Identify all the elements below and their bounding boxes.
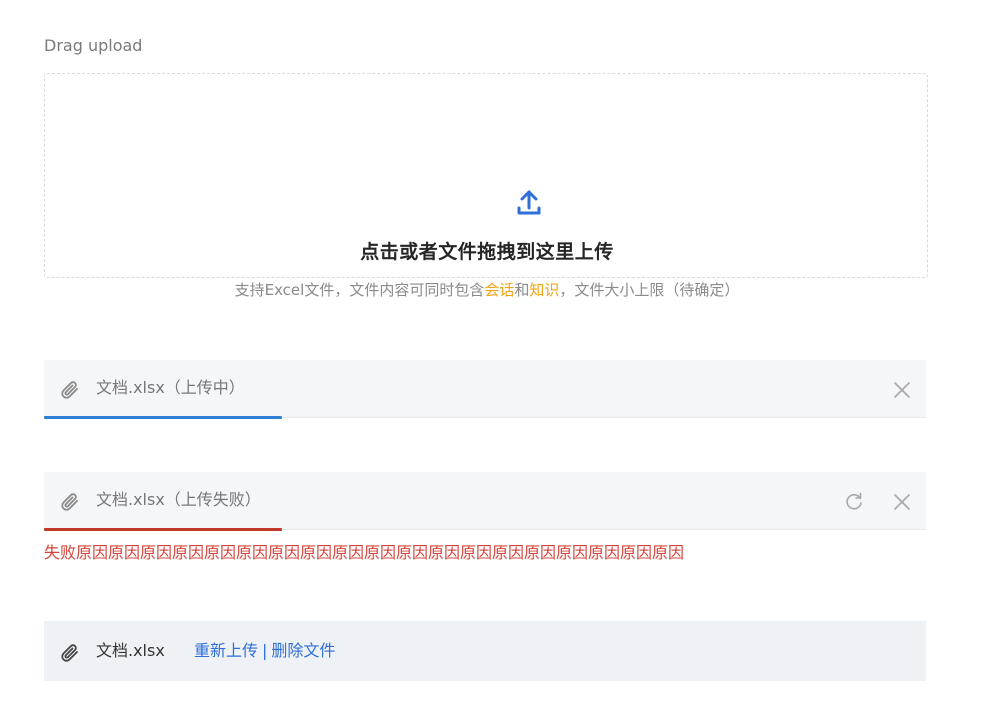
file-item-uploading: 文档.xlsx（上传中）	[44, 360, 926, 419]
hint-text-limit: ，文件大小上限（待确定）	[559, 281, 740, 299]
hint-highlight-knowledge: 知识	[529, 281, 560, 299]
paperclip-icon	[58, 490, 82, 518]
file-actions: 重新上传 | 删除文件	[194, 641, 335, 661]
delete-file-link[interactable]: 删除文件	[271, 641, 335, 660]
hint-highlight-session: 会话	[484, 281, 515, 299]
paperclip-icon	[58, 378, 82, 406]
file-name: 文档.xlsx	[96, 641, 165, 660]
upload-page: Drag upload 点击或者文件拖拽到这里上传 支持Excel文件，文件内容…	[0, 0, 985, 720]
upload-icon	[516, 189, 542, 221]
upload-dropzone[interactable]: 点击或者文件拖拽到这里上传 支持Excel文件，文件内容可同时包含会话和知识，文…	[44, 73, 928, 299]
failed-progress-bar	[44, 528, 283, 531]
file-item-failed: 文档.xlsx（上传失败）	[44, 472, 926, 531]
paperclip-icon	[58, 641, 82, 669]
hint-text-and: 和	[514, 281, 530, 299]
failure-reason: 失败原因原因原因原因原因原因原因原因原因原因原因原因原因原因原因原因原因原因原因	[44, 543, 685, 562]
file-item-done: 文档.xlsx 重新上传 | 删除文件	[44, 621, 926, 681]
dropzone-title: 点击或者文件拖拽到这里上传	[360, 241, 614, 263]
hint-text: 支持Excel文件，文件内容可同时包含	[234, 281, 485, 299]
reupload-link[interactable]: 重新上传	[194, 641, 258, 660]
close-icon[interactable]	[892, 492, 912, 512]
close-icon[interactable]	[892, 380, 912, 400]
dropzone-hint: 支持Excel文件，文件内容可同时包含会话和知识，文件大小上限（待确定）	[45, 279, 929, 300]
retry-icon[interactable]	[844, 492, 864, 512]
upload-progress-bar	[44, 416, 283, 419]
section-label: Drag upload	[44, 36, 143, 55]
action-separator: |	[262, 641, 268, 660]
file-name: 文档.xlsx（上传中）	[96, 378, 245, 397]
file-name: 文档.xlsx（上传失败）	[96, 490, 261, 509]
